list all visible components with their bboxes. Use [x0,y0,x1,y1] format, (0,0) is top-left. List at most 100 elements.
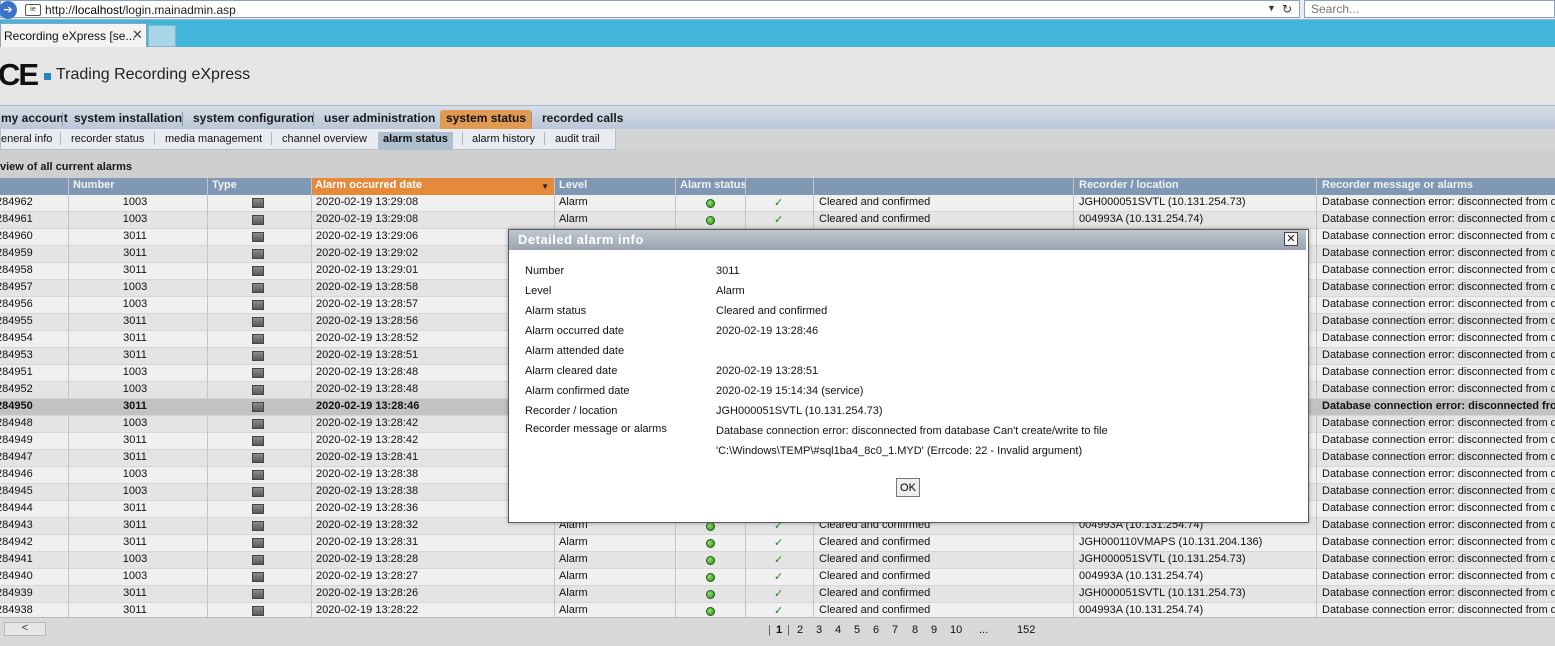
cell-number: 3011 [123,434,147,446]
field-value-cleared-date: 2020-02-19 13:28:51 [716,365,819,377]
refresh-icon[interactable]: ↻ [1282,2,1292,16]
cell-id: 284953 [0,349,33,361]
url-text[interactable]: http://localhost/login.mainadmin.asp [45,3,236,17]
cell-message: Database connection error: disconnected … [1322,366,1555,378]
page-link[interactable]: 8 [912,624,918,636]
cell-number: 3011 [123,332,147,344]
page-link[interactable]: 6 [873,624,879,636]
submenu-audit-trail[interactable]: audit trail [550,132,605,149]
recorder-type-icon [252,521,264,531]
recorder-type-icon [252,283,264,293]
cell-id: 284957 [0,281,33,293]
page-link[interactable]: 10 [950,624,962,636]
submenu-alarm-status[interactable]: alarm status [378,132,453,149]
app-title: Trading Recording eXpress [56,66,251,83]
cell-message: Database connection error: disconnected … [1322,468,1555,480]
cell-number: 1003 [122,298,148,310]
recorder-type-icon [252,572,264,582]
alarm-detail-dialog: Detailed alarm info ✕ Number 3011 Level … [508,229,1309,523]
page-link[interactable]: 2 [797,624,803,636]
browser-search-input[interactable] [1304,0,1555,18]
app-header: CE Trading Recording eXpress [0,47,1555,105]
column-divider [207,178,208,617]
submenu-channel-overview[interactable]: channel overview [277,132,372,149]
submenu-alarm-history[interactable]: alarm history [467,132,540,149]
menu-separator [182,112,183,126]
status-green-dot-icon [706,539,715,548]
confirmed-check-icon: ✓ [774,605,784,617]
cell-message: Database connection error: disconnected … [1322,570,1555,582]
menu-user-administration[interactable]: user administration [318,110,441,130]
page-link-current[interactable]: 1 [776,624,782,636]
cell-level: Alarm [559,570,588,582]
recorder-type-icon [252,606,264,616]
menu-system-status[interactable]: system status [440,110,533,130]
cell-date: 2020-02-19 13:28:28 [316,553,419,565]
status-green-dot-icon [706,216,715,225]
cell-number: 1003 [122,213,148,225]
table-row[interactable]: 284940 1003 2020-02-19 13:28:27 Alarm ✓ … [0,569,1555,586]
browser-tab[interactable]: Recording eXpress [se... ✕ [0,23,147,47]
cell-id: 284947 [0,451,33,463]
menu-separator [62,112,63,126]
submenu-media-management[interactable]: media management [160,132,267,149]
column-header-number[interactable]: Number [73,179,115,191]
page-link[interactable]: 7 [892,624,898,636]
field-label-attended-date: Alarm attended date [525,345,625,357]
pager-divider: | [768,624,771,636]
column-header-level[interactable]: Level [559,179,587,191]
prev-page-button[interactable]: < [4,622,46,636]
menu-system-installation[interactable]: system installation [68,110,188,130]
close-tab-icon[interactable]: ✕ [132,27,143,43]
submenu-recorder-status[interactable]: recorder status [66,132,149,149]
column-header-type[interactable]: Type [212,179,237,191]
close-icon[interactable]: ✕ [1284,232,1298,246]
page-link[interactable]: 4 [835,624,841,636]
recorder-type-icon [252,385,264,395]
cell-number: 1003 [122,417,148,429]
page-link[interactable]: 3 [816,624,822,636]
address-field[interactable]: ➔ ie http://localhost/login.mainadmin.as… [0,0,1300,19]
new-tab-button[interactable] [148,25,176,47]
page-link[interactable]: 9 [931,624,937,636]
menu-recorded-calls[interactable]: recorded calls [536,110,629,130]
menu-system-configuration[interactable]: system configuration [187,110,320,130]
cell-number: 1003 [122,485,148,497]
cell-number: 3011 [123,349,147,361]
recorder-type-icon [252,215,264,225]
menu-separator [313,112,314,126]
column-header-recorder[interactable]: Recorder / location [1079,179,1179,191]
cell-id: 284942 [0,536,33,548]
table-row[interactable]: 284962 1003 2020-02-19 13:29:08 Alarm ✓ … [0,195,1555,212]
column-header-message[interactable]: Recorder message or alarms [1322,179,1473,191]
dialog-title-bar[interactable]: Detailed alarm info ✕ [509,230,1306,250]
table-row[interactable]: 284942 3011 2020-02-19 13:28:31 Alarm ✓ … [0,535,1555,552]
cell-id: 284961 [0,213,33,225]
table-row[interactable]: 284941 1003 2020-02-19 13:28:28 Alarm ✓ … [0,552,1555,569]
cell-number: 3011 [123,451,147,463]
ok-button[interactable]: OK [896,478,920,497]
cell-date: 2020-02-19 13:29:08 [316,196,419,208]
column-header-date-sorted[interactable]: Alarm occurred date ▼ [311,178,554,195]
page-ellipsis[interactable]: ... [979,624,988,636]
cell-level: Alarm [559,196,588,208]
table-row[interactable]: 284939 3011 2020-02-19 13:28:26 Alarm ✓ … [0,586,1555,603]
cell-message: Database connection error: disconnected … [1322,349,1555,361]
cell-number: 3011 [123,230,147,242]
table-row[interactable]: 284961 1003 2020-02-19 13:29:08 Alarm ✓ … [0,212,1555,229]
column-header-alarm-status[interactable]: Alarm status [680,179,747,191]
page-link-last[interactable]: 152 [1017,624,1035,636]
browser-tab-strip: Recording eXpress [se... ✕ [0,20,1555,47]
cell-number: 3011 [123,519,147,531]
address-dropdown-icon[interactable]: ▼ [1267,3,1276,13]
pager-bar: < | 1 | 2 3 4 5 6 7 8 9 10 ... 152 [0,617,1555,646]
cell-number: 1003 [122,366,148,378]
recorder-type-icon [252,487,264,497]
submenu-general-info[interactable]: eneral info [0,132,57,149]
confirmed-check-icon: ✓ [774,571,784,583]
confirmed-check-icon: ✓ [774,214,784,226]
submenu-separator [154,132,155,145]
page-link[interactable]: 5 [854,624,860,636]
cell-status: Cleared and confirmed [819,536,931,548]
go-arrow-icon[interactable]: ➔ [0,1,17,19]
